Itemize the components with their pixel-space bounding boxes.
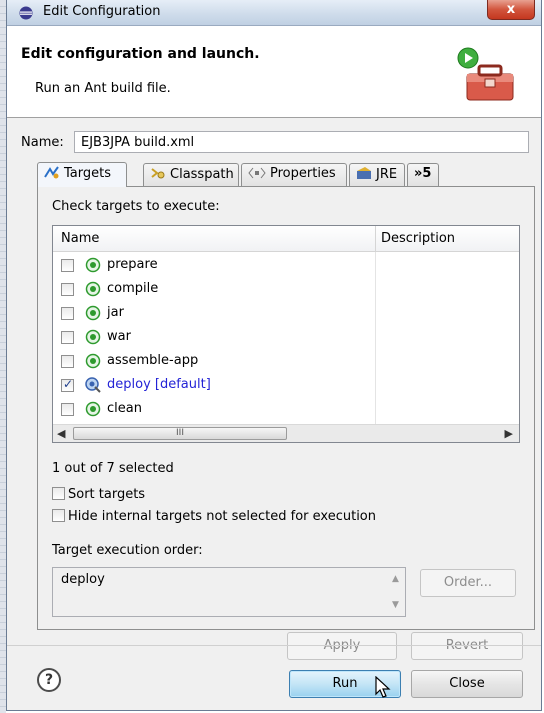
column-header-description[interactable]: Description [381, 231, 455, 246]
execution-order-label: Target execution order: [52, 543, 203, 558]
help-icon[interactable]: ? [37, 668, 61, 692]
scroll-down-icon[interactable]: ▼ [392, 600, 399, 610]
table-row[interactable]: deploy [default] [53, 374, 375, 398]
scroll-left-icon[interactable]: ◀ [57, 427, 65, 440]
target-label: war [107, 329, 131, 344]
target-label: deploy [default] [107, 377, 211, 392]
order-button[interactable]: Order... [420, 569, 516, 597]
table-row[interactable]: war [53, 326, 375, 350]
horizontal-scrollbar[interactable]: ◀ III ▶ [53, 424, 519, 442]
target-icon [85, 257, 101, 273]
target-icon [85, 329, 101, 345]
vertical-scrollbar[interactable]: ▲ ▼ [389, 570, 403, 614]
target-checkbox[interactable] [61, 377, 74, 392]
column-divider[interactable] [375, 226, 376, 252]
tab-bar: Targets Classpath Properties JRE »5 [37, 162, 535, 187]
target-label: assemble-app [107, 353, 199, 368]
tab-label: Classpath [170, 167, 234, 182]
hide-internal-option[interactable]: Hide internal targets not selected for e… [52, 509, 376, 524]
tab-label: Targets [64, 166, 111, 181]
sort-targets-checkbox[interactable] [52, 487, 65, 500]
header-title: Edit configuration and launch. [21, 46, 260, 62]
tab-targets[interactable]: Targets [37, 162, 127, 187]
window-title: Edit Configuration [43, 4, 161, 19]
properties-icon [248, 167, 266, 179]
jre-icon [357, 167, 371, 179]
revert-button[interactable]: Revert [411, 632, 523, 660]
targets-table[interactable]: Name Description prepare compile jar war… [52, 225, 520, 443]
scroll-right-icon[interactable]: ▶ [505, 427, 513, 440]
ant-toolbox-run-icon [457, 47, 514, 101]
hide-internal-label: Hide internal targets not selected for e… [68, 509, 377, 524]
target-checkbox[interactable] [61, 283, 74, 296]
header-description: Run an Ant build file. [35, 81, 171, 96]
column-header-name[interactable]: Name [61, 231, 99, 246]
name-label: Name: [21, 135, 64, 150]
classpath-icon [151, 168, 165, 179]
tab-properties[interactable]: Properties [241, 163, 347, 186]
edit-configuration-dialog: Edit Configuration x Edit configuration … [6, 0, 542, 711]
target-checkbox[interactable] [61, 307, 74, 320]
window-close-button[interactable]: x [487, 0, 535, 20]
overflow-chevron-icon: »5 [414, 166, 432, 181]
tab-label: JRE [376, 167, 398, 182]
execution-order-value: deploy [61, 572, 105, 587]
targets-panel: Check targets to execute: Name Descripti… [37, 186, 535, 630]
table-row[interactable]: compile [53, 278, 375, 302]
column-divider-line [375, 252, 376, 424]
tab-overflow[interactable]: »5 [407, 163, 439, 186]
tab-jre[interactable]: JRE [349, 163, 405, 186]
scroll-up-icon[interactable]: ▲ [392, 574, 399, 584]
selected-count-text: 1 out of 7 selected [52, 461, 174, 476]
target-label: clean [107, 401, 142, 416]
close-button[interactable]: Close [411, 670, 523, 698]
sort-targets-label: Sort targets [68, 487, 146, 502]
scrollbar-thumb[interactable]: III [73, 427, 287, 440]
dialog-header: Edit configuration and launch. Run an An… [7, 26, 541, 118]
target-label: jar [107, 305, 124, 320]
target-icon [85, 305, 101, 321]
table-row[interactable]: jar [53, 302, 375, 326]
targets-icon [44, 166, 59, 179]
target-checkbox[interactable] [61, 331, 74, 344]
table-row[interactable]: assemble-app [53, 350, 375, 374]
target-icon [85, 281, 101, 297]
default-target-icon [85, 377, 101, 393]
table-row[interactable]: prepare [53, 254, 375, 278]
target-label: compile [107, 281, 159, 296]
sort-targets-option[interactable]: Sort targets [52, 487, 145, 502]
mouse-pointer-icon [375, 676, 391, 698]
footer-divider [7, 645, 541, 646]
target-label: prepare [107, 257, 158, 272]
title-bar[interactable]: Edit Configuration x [7, 0, 541, 26]
target-checkbox[interactable] [61, 403, 74, 416]
eclipse-icon [19, 6, 33, 20]
hide-internal-checkbox[interactable] [52, 509, 65, 522]
table-row[interactable]: clean [53, 398, 375, 422]
target-checkbox[interactable] [61, 259, 74, 272]
target-icon [85, 401, 101, 417]
target-icon [85, 353, 101, 369]
target-checkbox[interactable] [61, 355, 74, 368]
check-targets-label: Check targets to execute: [52, 199, 220, 214]
apply-button[interactable]: Apply [287, 632, 397, 660]
tab-classpath[interactable]: Classpath [143, 163, 239, 186]
configuration-name-input[interactable] [74, 131, 529, 153]
tab-label: Properties [270, 166, 336, 181]
table-header: Name Description [53, 226, 519, 252]
execution-order-box[interactable]: deploy ▲ ▼ [52, 567, 406, 617]
